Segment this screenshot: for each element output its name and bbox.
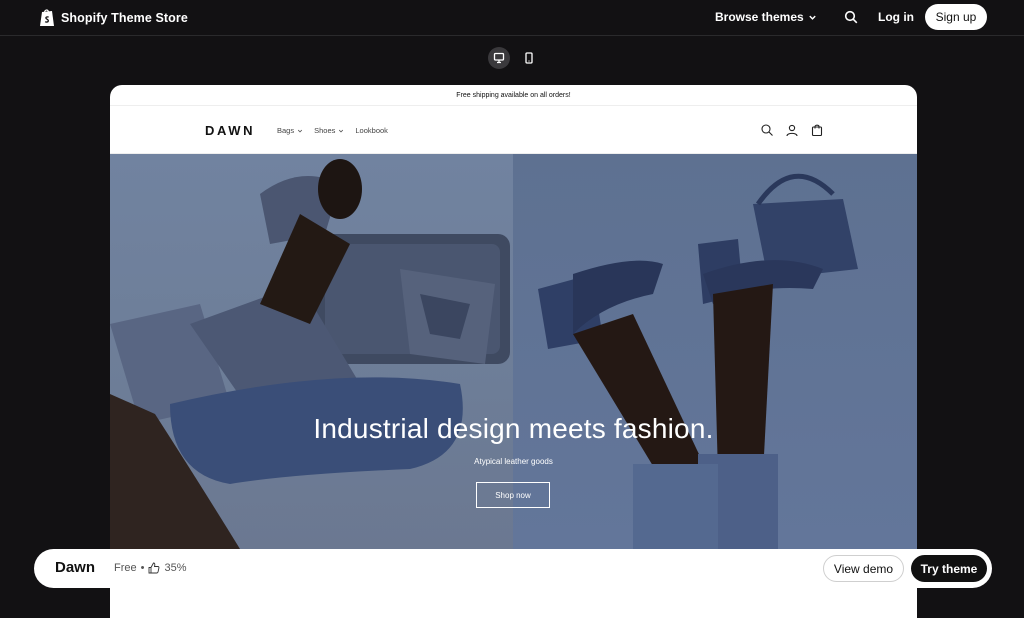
hero-image-right [513, 154, 917, 549]
search-icon[interactable] [844, 10, 858, 24]
signup-button[interactable]: Sign up [925, 4, 987, 30]
hero-title: Industrial design meets fashion. [313, 413, 714, 444]
browse-themes-label: Browse themes [715, 10, 804, 24]
browse-themes-menu[interactable]: Browse themes [715, 10, 817, 24]
top-navigation: Shopify Theme Store Browse themes Log in… [0, 0, 1024, 36]
account-icon[interactable] [785, 123, 799, 137]
store-header: DAWN Bags Shoes Lookbook [110, 106, 917, 154]
store-nav-item-shoes[interactable]: Shoes [314, 126, 344, 135]
chevron-down-icon [339, 129, 344, 132]
hero-banner: Industrial design meets fashion. Atypica… [110, 154, 917, 549]
store-nav-label: Shoes [314, 126, 336, 135]
hero-photo-bags [110, 159, 510, 549]
theme-meta: Free • 35% [114, 562, 187, 574]
hero-subtitle: Atypical leather goods [474, 457, 553, 466]
theme-rating: 35% [164, 562, 187, 574]
login-link[interactable]: Log in [878, 10, 914, 24]
store-logo[interactable]: DAWN [205, 123, 255, 138]
desktop-icon [493, 52, 505, 64]
hero-photo-shoes [538, 173, 858, 549]
try-theme-button[interactable]: Try theme [911, 555, 987, 582]
store-nav-item-bags[interactable]: Bags [277, 126, 303, 135]
announcement-bar: Free shipping available on all orders! [110, 85, 917, 106]
theme-info-bar: Dawn Free • 35% View demo Try theme [34, 549, 992, 588]
store-header-icons [760, 123, 824, 137]
chevron-down-icon [808, 15, 816, 20]
view-demo-button[interactable]: View demo [823, 555, 904, 582]
theme-price: Free [114, 562, 137, 574]
thumbs-up-icon [149, 562, 160, 574]
theme-preview-frame[interactable]: Free shipping available on all orders! D… [110, 85, 917, 618]
cart-icon[interactable] [810, 123, 824, 137]
shopify-bag-icon [40, 9, 54, 26]
store-nav-label: Lookbook [355, 126, 388, 135]
brand-name: Shopify Theme Store [61, 10, 188, 25]
meta-separator: • [140, 562, 145, 574]
search-icon[interactable] [760, 123, 774, 137]
hero-image-left [110, 154, 513, 549]
mobile-icon [525, 52, 533, 64]
desktop-preview-toggle[interactable] [488, 47, 510, 69]
store-nav-label: Bags [277, 126, 295, 135]
brand-link[interactable]: Shopify Theme Store [39, 8, 188, 27]
shop-now-button[interactable]: Shop now [476, 482, 550, 508]
mobile-preview-toggle[interactable] [518, 47, 540, 69]
chevron-down-icon [298, 129, 303, 132]
theme-name: Dawn [55, 559, 96, 576]
store-nav-item-lookbook[interactable]: Lookbook [355, 126, 388, 135]
store-nav: Bags Shoes Lookbook [277, 126, 388, 135]
